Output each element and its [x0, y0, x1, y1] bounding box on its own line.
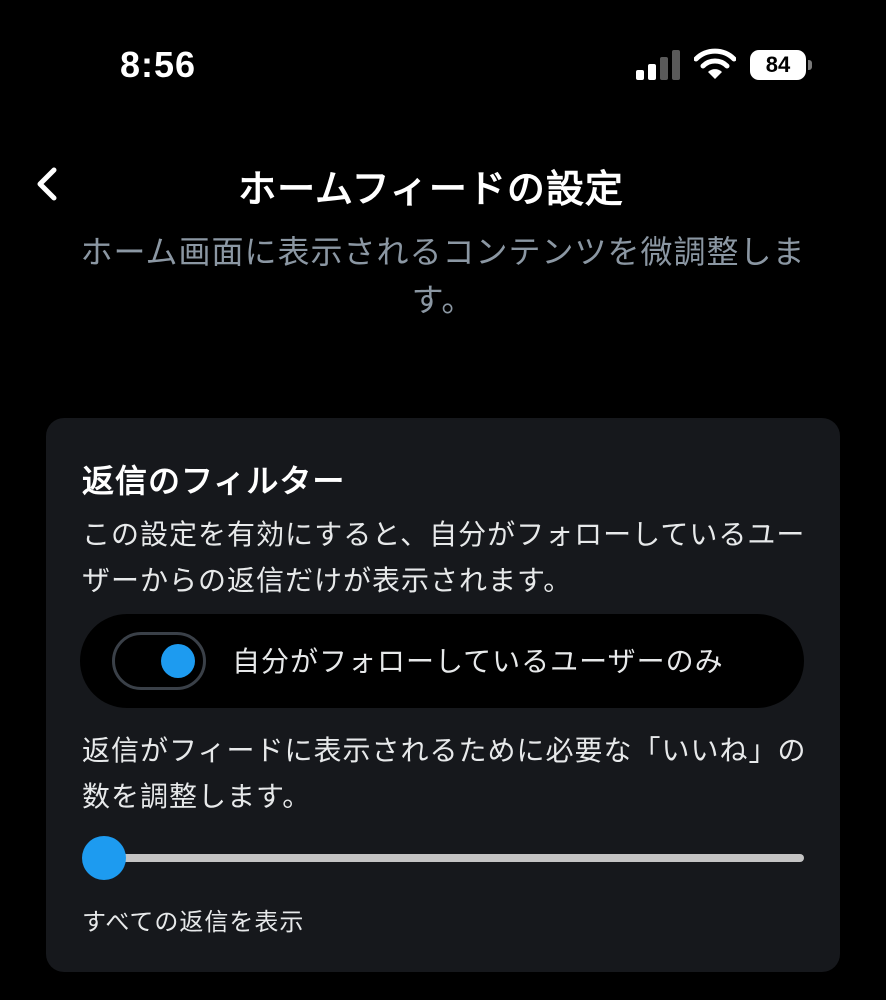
reply-filter-card: 返信のフィルター この設定を有効にすると、自分がフォローしているユーザーからの返… — [46, 418, 840, 972]
reply-filter-description: この設定を有効にすると、自分がフォローしているユーザーからの返信だけが表示されま… — [82, 518, 806, 597]
status-time: 8:56 — [120, 44, 197, 85]
navigation-bar: ホームフィードの設定 — [0, 150, 886, 220]
following-only-label: 自分がフォローしているユーザーのみ — [232, 645, 724, 678]
slider-thumb[interactable] — [82, 836, 126, 880]
likes-threshold-slider[interactable] — [82, 834, 806, 882]
battery-icon: 84 — [750, 50, 814, 80]
status-bar: 8:56 84 — [0, 0, 886, 130]
cellular-signal-icon — [636, 50, 680, 80]
page-subtitle: ホーム画面に表示されるコンテンツを微調整します。 — [80, 233, 806, 319]
reply-filter-title: 返信のフィルター — [82, 462, 346, 500]
battery-tip — [808, 60, 812, 70]
likes-slider-description: 返信がフィードに表示されるために必要な「いいね」の数を調整します。 — [82, 734, 807, 813]
slider-value-label: すべての返信を表示 — [82, 908, 305, 936]
following-only-toggle-row[interactable]: 自分がフォローしているユーザーのみ — [80, 614, 804, 708]
wifi-icon — [694, 48, 736, 79]
page-title: ホームフィードの設定 — [238, 167, 624, 211]
slider-track[interactable] — [102, 854, 804, 862]
battery-level: 84 — [750, 50, 806, 80]
toggle-knob — [161, 644, 195, 678]
following-only-toggle[interactable] — [112, 632, 206, 690]
